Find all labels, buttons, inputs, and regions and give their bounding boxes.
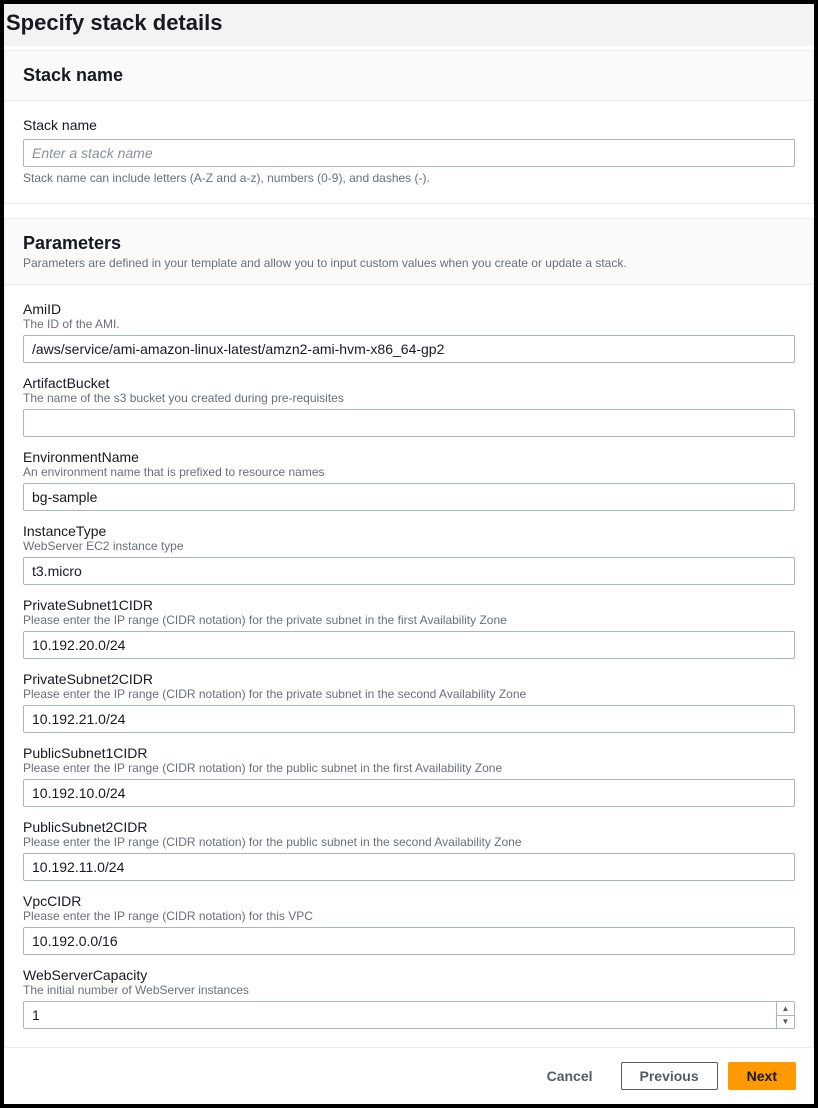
param-input-ArtifactBucket[interactable] [23, 409, 795, 437]
param-hint: The ID of the AMI. [23, 317, 795, 331]
param-input-WebServerCapacity[interactable] [23, 1001, 795, 1029]
parameters-panel-body: AmiIDThe ID of the AMI.ArtifactBucketThe… [5, 285, 813, 1047]
stack-name-panel-body: Stack name Stack name can include letter… [5, 101, 813, 203]
next-button[interactable]: Next [728, 1062, 796, 1090]
param-hint: Please enter the IP range (CIDR notation… [23, 761, 795, 775]
parameters-section-title: Parameters [23, 233, 795, 254]
param-field-PrivateSubnet1CIDR: PrivateSubnet1CIDRPlease enter the IP ra… [23, 597, 795, 659]
param-label: ArtifactBucket [23, 375, 795, 391]
stepper-up-icon[interactable]: ▲ [777, 1002, 794, 1016]
parameters-panel: Parameters Parameters are defined in you… [4, 218, 814, 1048]
param-hint: Please enter the IP range (CIDR notation… [23, 687, 795, 701]
param-input-PrivateSubnet1CIDR[interactable] [23, 631, 795, 659]
stack-name-hint: Stack name can include letters (A-Z and … [23, 171, 795, 185]
param-hint: Please enter the IP range (CIDR notation… [23, 613, 795, 627]
param-input-PublicSubnet1CIDR[interactable] [23, 779, 795, 807]
param-label: PrivateSubnet1CIDR [23, 597, 795, 613]
stepper-down-icon[interactable]: ▼ [777, 1016, 794, 1029]
param-field-ArtifactBucket: ArtifactBucketThe name of the s3 bucket … [23, 375, 795, 437]
stack-name-panel: Stack name Stack name Stack name can inc… [4, 50, 814, 204]
page-header: Specify stack details [4, 4, 814, 50]
stack-name-field: Stack name Stack name can include letter… [23, 117, 795, 185]
param-label: PublicSubnet1CIDR [23, 745, 795, 761]
stack-name-input[interactable] [23, 139, 795, 167]
param-field-PublicSubnet1CIDR: PublicSubnet1CIDRPlease enter the IP ran… [23, 745, 795, 807]
param-label: WebServerCapacity [23, 967, 795, 983]
param-label: AmiID [23, 301, 795, 317]
param-hint: The initial number of WebServer instance… [23, 983, 795, 997]
param-input-VpcCIDR[interactable] [23, 927, 795, 955]
param-hint: Please enter the IP range (CIDR notation… [23, 909, 795, 923]
footer: Cancel Previous Next [4, 1048, 814, 1104]
param-label: PrivateSubnet2CIDR [23, 671, 795, 687]
cancel-button[interactable]: Cancel [529, 1063, 611, 1089]
param-input-AmiID[interactable] [23, 335, 795, 363]
stack-name-section-title: Stack name [23, 65, 795, 86]
param-field-WebServerCapacity: WebServerCapacityThe initial number of W… [23, 967, 795, 1029]
param-number-wrap: ▲▼ [23, 1001, 795, 1029]
parameters-section-desc: Parameters are defined in your template … [23, 256, 795, 270]
number-spinner: ▲▼ [776, 1002, 794, 1028]
param-label: VpcCIDR [23, 893, 795, 909]
page-frame: Specify stack details Stack name Stack n… [0, 0, 818, 1108]
param-label: PublicSubnet2CIDR [23, 819, 795, 835]
stack-name-label: Stack name [23, 117, 795, 133]
previous-button[interactable]: Previous [621, 1062, 718, 1090]
page-title: Specify stack details [4, 10, 814, 36]
param-hint: Please enter the IP range (CIDR notation… [23, 835, 795, 849]
param-hint: WebServer EC2 instance type [23, 539, 795, 553]
param-field-PrivateSubnet2CIDR: PrivateSubnet2CIDRPlease enter the IP ra… [23, 671, 795, 733]
param-input-PublicSubnet2CIDR[interactable] [23, 853, 795, 881]
param-input-PrivateSubnet2CIDR[interactable] [23, 705, 795, 733]
param-hint: The name of the s3 bucket you created du… [23, 391, 795, 405]
param-field-EnvironmentName: EnvironmentNameAn environment name that … [23, 449, 795, 511]
param-field-VpcCIDR: VpcCIDRPlease enter the IP range (CIDR n… [23, 893, 795, 955]
param-input-EnvironmentName[interactable] [23, 483, 795, 511]
param-field-PublicSubnet2CIDR: PublicSubnet2CIDRPlease enter the IP ran… [23, 819, 795, 881]
param-field-InstanceType: InstanceTypeWebServer EC2 instance type [23, 523, 795, 585]
param-field-AmiID: AmiIDThe ID of the AMI. [23, 301, 795, 363]
parameters-panel-header: Parameters Parameters are defined in you… [5, 219, 813, 285]
param-hint: An environment name that is prefixed to … [23, 465, 795, 479]
param-label: EnvironmentName [23, 449, 795, 465]
param-label: InstanceType [23, 523, 795, 539]
param-input-InstanceType[interactable] [23, 557, 795, 585]
stack-name-panel-header: Stack name [5, 51, 813, 101]
